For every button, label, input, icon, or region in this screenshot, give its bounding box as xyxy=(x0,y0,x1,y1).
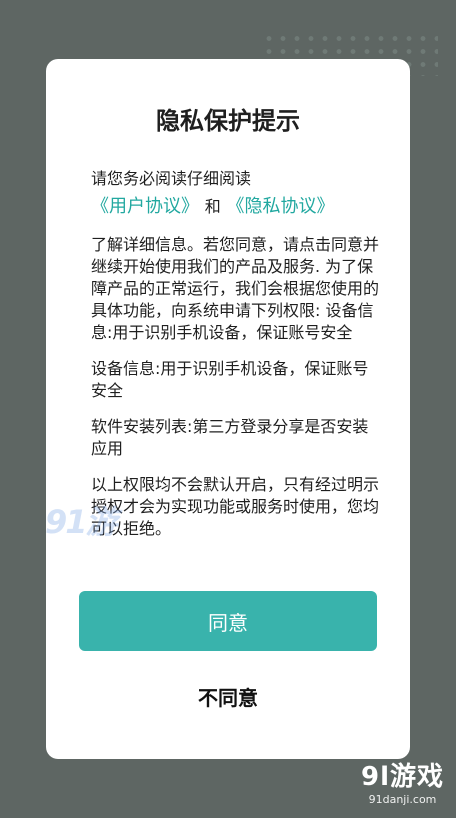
watermark-logo: 91游 xyxy=(45,503,118,541)
corner-logo-url: 91danji.com xyxy=(368,793,437,806)
agreement-links: 《用户协议》 和 《隐私协议》 xyxy=(91,194,381,220)
agree-button[interactable]: 同意 xyxy=(79,591,377,651)
dialog-body: 请您务必阅读仔细阅读 《用户协议》 和 《隐私协议》 了解详细信息。若您同意，请… xyxy=(91,168,381,554)
disagree-button[interactable]: 不同意 xyxy=(79,671,377,721)
intro-text: 请您务必阅读仔细阅读 xyxy=(91,169,252,188)
dialog-title: 隐私保护提示 xyxy=(156,107,300,135)
app-list-paragraph: 软件安装列表:第三方登录分享是否安装应用 xyxy=(91,417,369,458)
corner-logo-text: 9l游戏 xyxy=(360,762,444,792)
device-info-paragraph: 设备信息:用于识别手机设备，保证账号安全 xyxy=(91,359,369,400)
and-text: 和 xyxy=(204,197,221,216)
privacy-dialog: 隐私保护提示 请您务必阅读仔细阅读 《用户协议》 和 《隐私协议》 了解详细信息… xyxy=(46,59,410,759)
permission-note-paragraph: 以上权限均不会默认开启，只有经过明示授权才会为实现功能或服务时使用，您均可以拒绝… xyxy=(91,475,380,538)
privacy-agreement-link[interactable]: 《隐私协议》 xyxy=(226,196,334,217)
corner-watermark: 9l游戏 91danji.com xyxy=(361,756,444,806)
details-paragraph: 了解详细信息。若您同意，请点击同意并继续开始使用我们的产品及服务. 为了保障产品… xyxy=(91,235,380,342)
user-agreement-link[interactable]: 《用户协议》 xyxy=(91,196,199,217)
